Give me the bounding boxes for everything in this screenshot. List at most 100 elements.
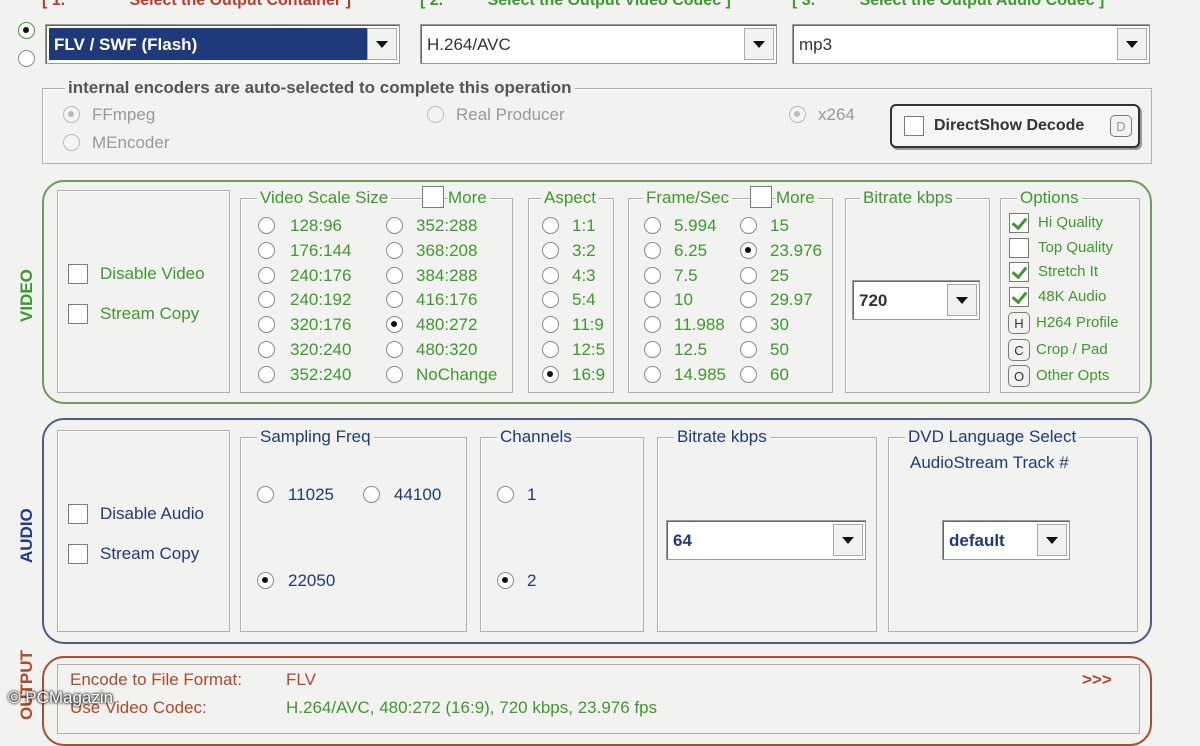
sampling-title: Sampling Freq	[257, 427, 374, 447]
encoder-label-x264: x264	[818, 105, 855, 124]
video-codec-select[interactable]: H.264/AVC	[420, 24, 777, 64]
crop-pad-button[interactable]: C	[1008, 339, 1030, 361]
disable-video-checkbox[interactable]	[68, 264, 88, 284]
watermark: © PCMagazin	[8, 688, 114, 707]
fps-radio[interactable]	[740, 217, 757, 234]
video-scale-more-checkbox[interactable]	[422, 186, 444, 208]
video-options-title: Options	[1017, 188, 1082, 208]
video-scale-label: 128:96	[290, 216, 342, 235]
video-scale-label: 320:176	[290, 315, 352, 335]
channel-radio-1[interactable]	[497, 486, 514, 503]
output-more-button[interactable]: >>>	[1082, 670, 1112, 690]
disable-audio-checkbox[interactable]	[68, 504, 88, 524]
video-scale-radio[interactable]	[386, 341, 403, 358]
audio-bitrate-select[interactable]: 64	[666, 520, 866, 560]
aspect-radio[interactable]	[542, 266, 559, 284]
channel-radio-2[interactable]	[497, 572, 514, 589]
video-scale-radio[interactable]	[258, 365, 275, 383]
fps-radio[interactable]	[644, 365, 661, 383]
chevron-down-icon[interactable]	[367, 28, 397, 60]
video-codec-value: H.264/AVC	[427, 35, 511, 54]
video-stream-copy-checkbox[interactable]	[68, 304, 88, 324]
directshow-key-icon: D	[1110, 115, 1132, 137]
video-scale-label: 368:208	[416, 240, 478, 260]
encoder-label-realproducer: Real Producer	[456, 105, 565, 124]
fps-label: 30	[770, 315, 789, 335]
aspect-label: 5:4	[572, 290, 596, 310]
freq-radio-22050[interactable]	[257, 572, 274, 589]
hi-quality-checkbox[interactable]	[1009, 213, 1029, 233]
video-scale-radio[interactable]	[258, 341, 275, 358]
video-scale-radio[interactable]	[258, 217, 275, 234]
chevron-down-icon[interactable]	[1037, 524, 1067, 556]
chevron-down-icon[interactable]	[833, 524, 863, 556]
video-scale-label: 176:144	[290, 240, 352, 260]
video-scale-label: 240:176	[290, 265, 352, 285]
freq-radio-44100[interactable]	[363, 486, 380, 503]
output-section-label: OUTPUT	[17, 650, 36, 720]
video-scale-radio[interactable]	[258, 241, 275, 259]
container-select[interactable]: FLV / SWF (Flash)	[45, 24, 400, 64]
step3-number: [ 3.	[792, 0, 816, 9]
mode-radio-advanced[interactable]	[18, 50, 35, 67]
chevron-down-icon[interactable]	[1117, 28, 1147, 60]
aspect-radio[interactable]	[542, 217, 559, 234]
video-bitrate-value: 720	[859, 291, 888, 310]
h264-profile-button[interactable]: H	[1008, 312, 1030, 334]
video-scale-title: Video Scale Size	[257, 188, 392, 208]
mode-radio-simple[interactable]	[18, 22, 35, 39]
step1-title: Select the Output Container ]	[129, 0, 351, 9]
video-scale-radio[interactable]	[386, 266, 403, 284]
aspect-radio[interactable]	[542, 341, 559, 358]
fps-label: 6.25	[674, 240, 708, 260]
freq-label-11025: 11025	[288, 485, 335, 504]
audio-bitrate-title: Bitrate kbps	[674, 427, 770, 447]
other-opts-label: Other Opts	[1036, 367, 1110, 384]
encoder-radio-x264	[789, 106, 806, 123]
stretch-it-checkbox[interactable]	[1009, 262, 1029, 282]
fps-radio[interactable]	[644, 241, 661, 259]
fps-label: 50	[770, 340, 789, 359]
video-scale-radio[interactable]	[386, 217, 403, 234]
aspect-label: 3:2	[572, 240, 596, 260]
channel-label-2: 2	[527, 571, 537, 590]
aspect-radio[interactable]	[542, 241, 559, 259]
aspect-title: Aspect	[541, 188, 599, 208]
aspect-radio[interactable]	[542, 365, 559, 383]
audio-codec-value: mp3	[799, 35, 833, 54]
fps-radio[interactable]	[644, 341, 661, 358]
fps-radio[interactable]	[740, 241, 757, 259]
fps-radio[interactable]	[644, 266, 661, 284]
sampling-group: Sampling Freq	[240, 427, 467, 632]
freq-radio-11025[interactable]	[257, 486, 274, 503]
aspect-group: Aspect	[528, 188, 614, 393]
fps-radio[interactable]	[740, 341, 757, 358]
fps-more-checkbox[interactable]	[750, 186, 772, 208]
fps-radio[interactable]	[644, 217, 661, 234]
video-scale-radio[interactable]	[258, 266, 275, 284]
video-scale-radio[interactable]	[386, 365, 403, 383]
crop-pad-label: Crop / Pad	[1036, 341, 1108, 358]
video-scale-radio[interactable]	[386, 241, 403, 259]
chevron-down-icon[interactable]	[744, 28, 774, 60]
directshow-decode-button[interactable]: DirectShow Decode D	[890, 104, 1140, 148]
step3-header: [ 3. Select the Output Audio Codec ]	[792, 0, 1104, 10]
fps-radio[interactable]	[740, 266, 757, 284]
video-bitrate-title: Bitrate kbps	[860, 188, 956, 208]
encoder-radio-realproducer	[427, 106, 444, 123]
other-opts-button[interactable]: O	[1008, 365, 1030, 387]
video-bitrate-select[interactable]: 720	[852, 280, 980, 320]
hi-quality-label: Hi Quality	[1038, 214, 1104, 231]
audio-stream-copy-checkbox[interactable]	[68, 544, 88, 564]
video-scale-label: 352:288	[416, 216, 478, 235]
audio-codec-select[interactable]: mp3	[792, 24, 1150, 64]
directshow-checkbox[interactable]	[904, 116, 924, 136]
fps-radio[interactable]	[740, 365, 757, 383]
chevron-down-icon[interactable]	[947, 284, 977, 316]
dvd-track-value: default	[949, 531, 1005, 550]
aspect-label: 11:9	[572, 315, 604, 335]
encoder-radio-mencoder	[63, 134, 80, 151]
dvd-track-select[interactable]: default	[942, 520, 1070, 560]
top-quality-checkbox[interactable]	[1009, 238, 1029, 258]
48k-audio-checkbox[interactable]	[1009, 287, 1029, 307]
